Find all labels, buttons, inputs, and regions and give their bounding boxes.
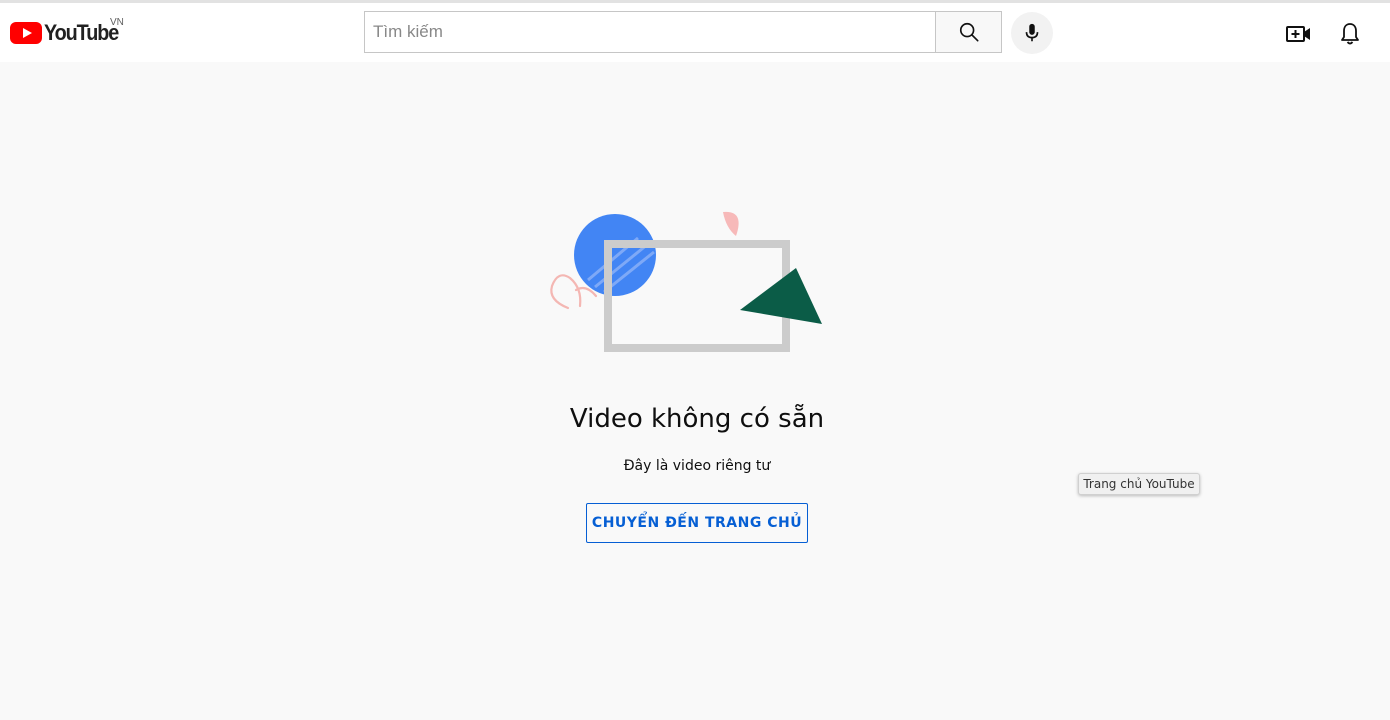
- microphone-icon: [1025, 23, 1039, 42]
- bell-icon: [1341, 23, 1359, 45]
- tooltip: Trang chủ YouTube: [1078, 473, 1200, 495]
- error-message: Đây là video riêng tư: [623, 458, 771, 474]
- create-button[interactable]: [1281, 16, 1317, 52]
- search-icon: [959, 22, 979, 42]
- create-video-icon: [1286, 26, 1310, 42]
- youtube-play-logo-icon: [10, 22, 42, 44]
- search-button[interactable]: [935, 11, 1002, 53]
- voice-search-button[interactable]: [1011, 12, 1053, 54]
- search-box: [364, 11, 936, 53]
- masthead: YouTube VN: [0, 3, 1390, 62]
- green-triangle-shape: [740, 268, 822, 324]
- search-input[interactable]: [365, 12, 936, 52]
- region-code: VN: [110, 17, 124, 28]
- notifications-button[interactable]: [1332, 16, 1368, 52]
- youtube-logo[interactable]: YouTube: [10, 18, 126, 48]
- go-home-button[interactable]: CHUYỂN ĐẾN TRANG CHỦ: [586, 503, 808, 543]
- logo-wordmark: YouTube: [44, 20, 119, 45]
- error-title: Video không có sẵn: [569, 404, 825, 434]
- pink-half-circle-shape: [723, 211, 739, 236]
- unavailable-video-illustration: [550, 211, 822, 352]
